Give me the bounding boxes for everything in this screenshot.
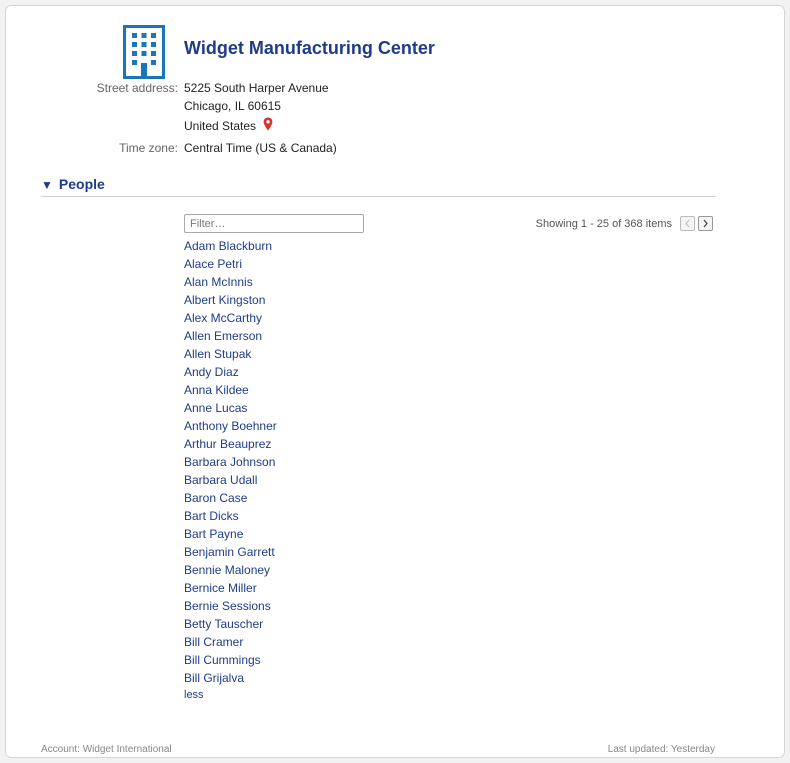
- list-item: Bart Dicks: [184, 507, 277, 525]
- list-item: Alan McInnis: [184, 273, 277, 291]
- street-line-3: United States: [184, 117, 273, 133]
- person-link[interactable]: Anne Lucas: [184, 401, 247, 415]
- previous-page-button[interactable]: [680, 216, 695, 231]
- person-link[interactable]: Arthur Beauprez: [184, 437, 271, 451]
- country-text: United States: [184, 119, 257, 133]
- people-list: Adam Blackburn Alace Petri Alan McInnis Alb…: [184, 237, 277, 687]
- list-item: Bart Payne: [184, 525, 277, 543]
- show-less-link[interactable]: less: [184, 689, 204, 701]
- filter-input[interactable]: [184, 214, 364, 233]
- next-page-button[interactable]: [698, 216, 713, 231]
- person-link[interactable]: Andy Diaz: [184, 365, 239, 379]
- chevron-left-icon: [685, 219, 690, 228]
- list-item: Baron Case: [184, 489, 277, 507]
- pagination-status: Showing 1 - 25 of 368 items: [535, 218, 672, 230]
- person-link[interactable]: Adam Blackburn: [184, 239, 272, 253]
- person-link[interactable]: Baron Case: [184, 491, 247, 505]
- page-title: Widget Manufacturing Center: [184, 38, 435, 58]
- list-item: Bernie Sessions: [184, 597, 277, 615]
- list-item: Barbara Johnson: [184, 453, 277, 471]
- person-link[interactable]: Alan McInnis: [184, 275, 253, 289]
- list-item: Allen Stupak: [184, 345, 277, 363]
- list-item: Arthur Beauprez: [184, 435, 277, 453]
- list-item: Anne Lucas: [184, 399, 277, 417]
- time-zone-label: Time zone:: [119, 141, 178, 155]
- list-item: Bernice Miller: [184, 579, 277, 597]
- person-link[interactable]: Bernice Miller: [184, 581, 257, 595]
- person-link[interactable]: Bill Cramer: [184, 635, 243, 649]
- list-item: Bill Cramer: [184, 633, 277, 651]
- person-link[interactable]: Anna Kildee: [184, 383, 249, 397]
- person-link[interactable]: Bill Cummings: [184, 653, 261, 667]
- street-line-1: 5225 South Harper Avenue: [184, 81, 329, 95]
- person-link[interactable]: Anthony Boehner: [184, 419, 277, 433]
- people-section-toggle[interactable]: ▼ People: [41, 176, 716, 197]
- list-item: Andy Diaz: [184, 363, 277, 381]
- list-item: Benjamin Garrett: [184, 543, 277, 561]
- list-item: Anna Kildee: [184, 381, 277, 399]
- street-address-label: Street address:: [96, 81, 178, 95]
- person-link[interactable]: Alex McCarthy: [184, 311, 262, 325]
- person-link[interactable]: Bart Dicks: [184, 509, 239, 523]
- list-item: Adam Blackburn: [184, 237, 277, 255]
- list-item: Betty Tauscher: [184, 615, 277, 633]
- people-section-title: People: [58, 176, 105, 192]
- time-zone-value: Central Time (US & Canada): [184, 141, 337, 155]
- person-link[interactable]: Bill Grijalva: [184, 671, 244, 685]
- list-item: Alace Petri: [184, 255, 277, 273]
- person-link[interactable]: Bart Payne: [184, 527, 243, 541]
- person-link[interactable]: Benjamin Garrett: [184, 545, 275, 559]
- map-pin-icon[interactable]: [263, 117, 273, 131]
- person-link[interactable]: Betty Tauscher: [184, 617, 263, 631]
- person-link[interactable]: Allen Stupak: [184, 347, 251, 361]
- person-link[interactable]: Albert Kingston: [184, 293, 265, 307]
- list-item: Anthony Boehner: [184, 417, 277, 435]
- list-item: Bennie Maloney: [184, 561, 277, 579]
- caret-down-icon: ▼: [41, 178, 53, 192]
- person-link[interactable]: Alace Petri: [184, 257, 242, 271]
- street-line-2: Chicago, IL 60615: [184, 99, 281, 113]
- person-link[interactable]: Barbara Johnson: [184, 455, 275, 469]
- list-item: Bill Grijalva: [184, 669, 277, 687]
- list-item: Allen Emerson: [184, 327, 277, 345]
- person-link[interactable]: Barbara Udall: [184, 473, 257, 487]
- account-info: Account: Widget International: [41, 744, 172, 755]
- person-link[interactable]: Bernie Sessions: [184, 599, 271, 613]
- list-item: Alex McCarthy: [184, 309, 277, 327]
- person-link[interactable]: Allen Emerson: [184, 329, 262, 343]
- building-icon: [123, 25, 165, 79]
- person-link[interactable]: Bennie Maloney: [184, 563, 270, 577]
- list-item: Bill Cummings: [184, 651, 277, 669]
- list-item: Albert Kingston: [184, 291, 277, 309]
- list-item: Barbara Udall: [184, 471, 277, 489]
- last-updated: Last updated: Yesterday: [607, 744, 715, 755]
- location-card: Widget Manufacturing Center Street addre…: [5, 5, 785, 758]
- chevron-right-icon: [703, 219, 708, 228]
